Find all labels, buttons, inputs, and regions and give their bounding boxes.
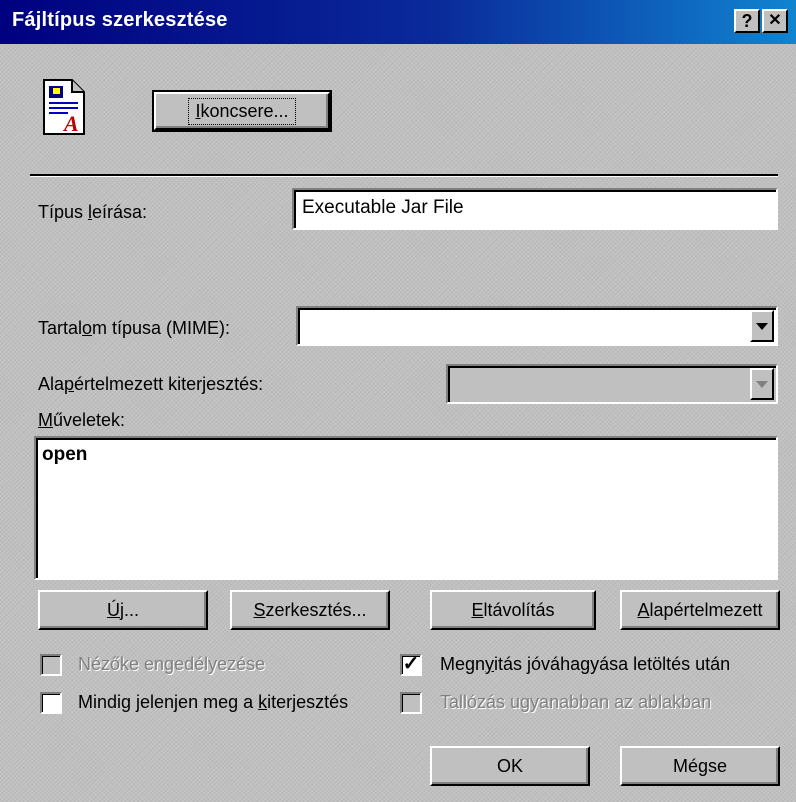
remove-button-label: Eltávolítás <box>471 599 555 620</box>
browse-same-window-label: Tallózás ugyanabban az ablakban <box>440 692 712 712</box>
actions-listbox[interactable]: open <box>34 436 778 580</box>
type-description-label: Típus leírása: <box>38 202 148 222</box>
ok-button[interactable]: OK <box>430 746 590 786</box>
set-default-button-label: Alapértelmezett <box>637 599 763 620</box>
help-button[interactable]: ? <box>734 9 760 33</box>
chevron-down-icon <box>756 380 768 388</box>
window-title: Fájltípus szerkesztése <box>12 9 228 31</box>
edit-button[interactable]: Szerkesztés... <box>230 590 390 630</box>
cancel-button[interactable]: Mégse <box>620 746 780 786</box>
new-button-label: Új... <box>106 599 139 620</box>
chevron-down-icon <box>756 322 768 330</box>
help-icon: ? <box>741 11 753 31</box>
always-show-extension-checkbox[interactable] <box>40 692 62 714</box>
title-bar[interactable]: Fájltípus szerkesztése ? ✕ <box>0 0 796 44</box>
change-icon-label: Ikoncsere... <box>188 97 296 125</box>
ok-button-label: OK <box>496 755 523 776</box>
default-extension-label: Alapértelmezett kiterjesztés: <box>38 374 264 394</box>
edit-file-type-dialog: Fájltípus szerkesztése ? ✕ A Ikoncsere..… <box>0 0 796 802</box>
change-icon-button[interactable]: Ikoncsere... <box>152 90 332 132</box>
actions-label: Műveletek: <box>38 410 126 430</box>
close-button[interactable]: ✕ <box>762 9 788 33</box>
viewer-label: Nézőke engedélyezése <box>78 654 266 674</box>
checkmark-icon: ✓ <box>402 653 420 675</box>
mime-label: Tartalom típusa (MIME): <box>38 318 231 338</box>
remove-button[interactable]: Eltávolítás <box>430 590 596 630</box>
mime-dropdown-button[interactable] <box>750 310 774 342</box>
separator-highlight <box>30 176 778 177</box>
document-icon: A <box>43 79 85 136</box>
list-item[interactable]: open <box>42 444 87 466</box>
edit-button-label: Szerkesztés... <box>253 599 367 620</box>
always-show-extension-label: Mindig jelenjen meg a kiterjesztés <box>78 692 349 712</box>
new-button[interactable]: Új... <box>38 590 208 630</box>
close-icon: ✕ <box>768 12 782 29</box>
type-description-input[interactable]: Executable Jar File <box>292 188 778 230</box>
browse-same-window-checkbox[interactable] <box>400 692 422 714</box>
viewer-checkbox[interactable] <box>40 654 62 676</box>
confirm-open-label: Megnyitás jóváhagyása letöltés után <box>440 654 731 674</box>
type-description-value: Executable Jar File <box>302 197 464 218</box>
set-default-button[interactable]: Alapértelmezett <box>620 590 780 630</box>
cancel-button-label: Mégse <box>672 755 728 776</box>
default-extension-dropdown-button[interactable] <box>750 368 774 400</box>
mime-combobox[interactable] <box>296 306 778 346</box>
default-extension-combobox[interactable] <box>446 364 778 404</box>
svg-text:A: A <box>62 111 79 136</box>
confirm-open-checkbox[interactable]: ✓ <box>400 654 422 676</box>
